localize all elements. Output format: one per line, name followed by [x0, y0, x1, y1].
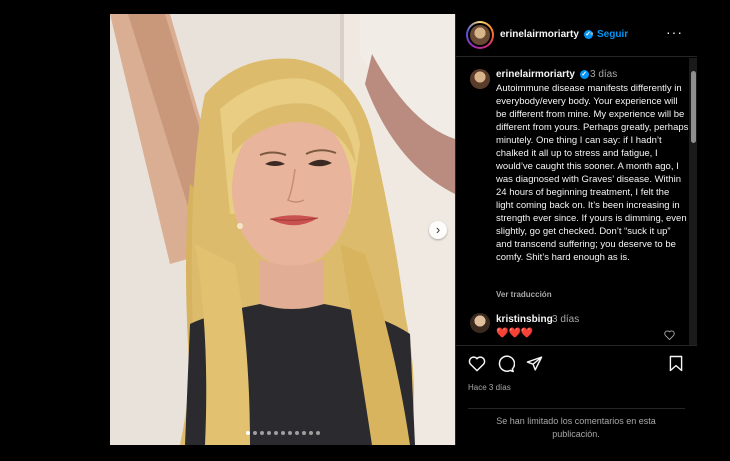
selfie-illustration	[110, 14, 455, 445]
bookmark-icon	[669, 355, 683, 372]
scrollbar-thumb[interactable]	[691, 71, 696, 143]
caption-username[interactable]: erinelairmoriarty ✓	[496, 69, 589, 80]
divider	[468, 408, 685, 409]
heart-icon	[664, 330, 675, 341]
chevron-right-icon: ›	[435, 222, 441, 237]
comment-timestamp: 3 días	[552, 314, 580, 325]
post-side-panel: erinelairmoriarty ✓ • Seguir ··· erinela…	[455, 14, 697, 445]
carousel-dot	[280, 431, 285, 435]
paper-plane-icon	[526, 356, 543, 371]
instagram-post-modal: › erinelairmoriarty ✓ • Seguir ··· erine…	[0, 0, 730, 461]
post-caption: Autoimmune disease manifests differently…	[496, 83, 689, 263]
avatar-photo	[470, 25, 490, 45]
comment-text: ❤️❤️❤️	[496, 328, 534, 339]
next-slide-button[interactable]: ›	[429, 221, 447, 239]
header-separator: •	[590, 29, 594, 40]
carousel-dot	[315, 431, 320, 435]
carousel-dot	[259, 431, 264, 435]
share-button[interactable]	[526, 355, 543, 377]
more-options-icon[interactable]: ···	[666, 24, 683, 40]
post-header: erinelairmoriarty ✓ • Seguir ···	[456, 14, 697, 57]
author-username[interactable]: erinelairmoriarty ✓	[500, 29, 593, 40]
comment-like-button[interactable]	[664, 327, 675, 345]
carousel-dot	[294, 431, 299, 435]
carousel-indicator	[110, 431, 455, 435]
comment-button[interactable]	[497, 355, 516, 378]
carousel-dot	[287, 431, 292, 435]
post-age[interactable]: Hace 3 días	[468, 383, 511, 392]
carousel-dot	[301, 431, 306, 435]
save-button[interactable]	[669, 355, 683, 377]
commenter-username[interactable]: kristinsbing	[496, 314, 553, 325]
comment-icon	[498, 355, 516, 373]
heart-icon	[468, 356, 486, 372]
carousel-dot	[245, 431, 250, 435]
follow-button[interactable]: Seguir	[597, 29, 628, 40]
caption-username-text: erinelairmoriarty	[496, 69, 575, 80]
like-button[interactable]	[468, 355, 486, 377]
carousel-dot	[266, 431, 271, 435]
author-username-text: erinelairmoriarty	[500, 29, 579, 40]
carousel-dot	[308, 431, 313, 435]
scrollbar[interactable]	[689, 58, 697, 345]
caption-avatar[interactable]	[470, 69, 490, 89]
carousel-dot	[273, 431, 278, 435]
comments-limited-notice: Se han limitado los comentarios en esta …	[496, 416, 656, 439]
verified-badge-icon: ✓	[579, 69, 589, 79]
see-translation-link[interactable]: Ver traducción	[496, 290, 552, 299]
commenter-avatar[interactable]	[470, 313, 490, 333]
comments-scroll-area[interactable]: erinelairmoriarty ✓ 3 días Autoimmune di…	[456, 58, 697, 345]
author-avatar[interactable]	[466, 21, 494, 49]
post-photo[interactable]: ›	[110, 14, 455, 445]
post-actions: Hace 3 días Se han limitado los comentar…	[456, 345, 697, 446]
caption-timestamp: 3 días	[590, 69, 618, 80]
carousel-dot	[252, 431, 257, 435]
